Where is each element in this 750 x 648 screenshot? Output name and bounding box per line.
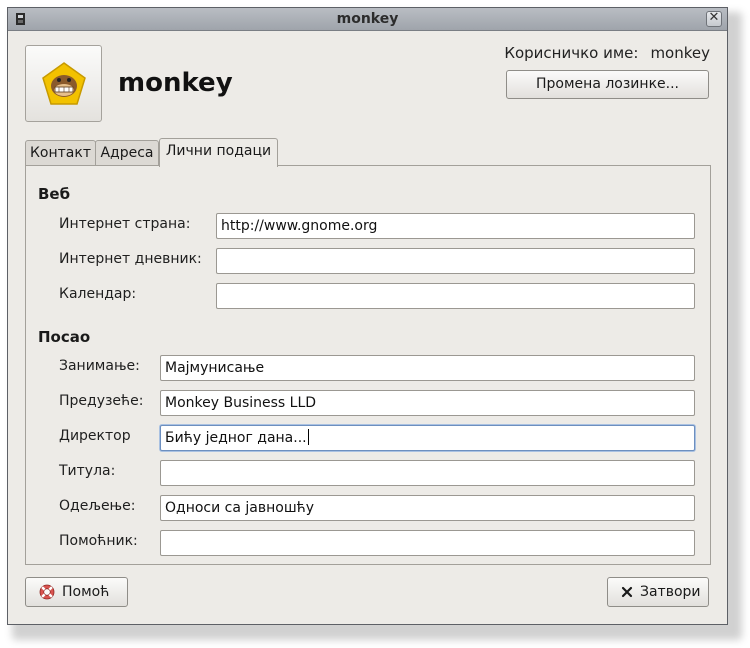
help-button-label: Помоћ (62, 584, 110, 600)
personal-info-panel: Веб Интернет страна: http://www.gnome.or… (25, 165, 711, 565)
department-input[interactable]: Односи са јавношћу (160, 495, 695, 521)
close-x-icon (621, 586, 633, 598)
window-close-icon: ✕ (708, 10, 720, 25)
close-button-label: Затвори (640, 584, 701, 600)
monkey-avatar-icon (42, 62, 86, 105)
assistant-input[interactable] (160, 530, 695, 556)
calendar-input[interactable] (216, 283, 695, 309)
display-name: monkey (118, 68, 233, 98)
tab-personal-info[interactable]: Лични подаци (159, 138, 278, 167)
occupation-label: Занимање: (59, 358, 140, 374)
job-heading: Посао (38, 328, 91, 346)
assistant-label: Помоћник: (59, 533, 138, 549)
change-password-button[interactable]: Промена лозинке... (506, 70, 709, 99)
username-label: Корисничко име: (504, 44, 639, 62)
close-button[interactable]: Затвори (607, 577, 709, 607)
blog-label: Интернет дневник: (59, 251, 202, 267)
department-label: Одељење: (59, 498, 136, 514)
homepage-label: Интернет страна: (59, 216, 191, 232)
blog-input[interactable] (216, 248, 695, 274)
username-value: monkey (650, 44, 710, 62)
avatar-button[interactable] (25, 45, 102, 122)
title-input[interactable] (160, 460, 695, 486)
titlebar[interactable]: monkey ✕ (8, 8, 727, 31)
help-button[interactable]: Помоћ (25, 577, 128, 607)
manager-value: Бићу једног дана... (165, 430, 307, 446)
company-input[interactable]: Monkey Business LLD (160, 390, 695, 416)
tab-address[interactable]: Адреса (95, 140, 159, 166)
homepage-input[interactable]: http://www.gnome.org (216, 213, 695, 239)
help-lifebuoy-icon (39, 584, 55, 600)
web-heading: Веб (38, 185, 71, 203)
manager-input[interactable]: Бићу једног дана... (160, 425, 695, 451)
about-me-dialog: monkey ✕ monkey Корисничко име: monkey Пр… (7, 7, 728, 625)
username-row: Корисничко име: monkey (504, 44, 710, 62)
window-close-button[interactable]: ✕ (706, 10, 722, 27)
company-label: Предузеће: (59, 393, 144, 409)
tab-contact[interactable]: Контакт (25, 140, 96, 166)
occupation-input[interactable]: Мајмунисање (160, 355, 695, 381)
manager-label: Директор (59, 428, 131, 444)
text-caret (307, 429, 309, 445)
window-title: monkey (336, 11, 399, 27)
calendar-label: Календар: (59, 286, 137, 302)
title-label: Титула: (59, 463, 116, 479)
